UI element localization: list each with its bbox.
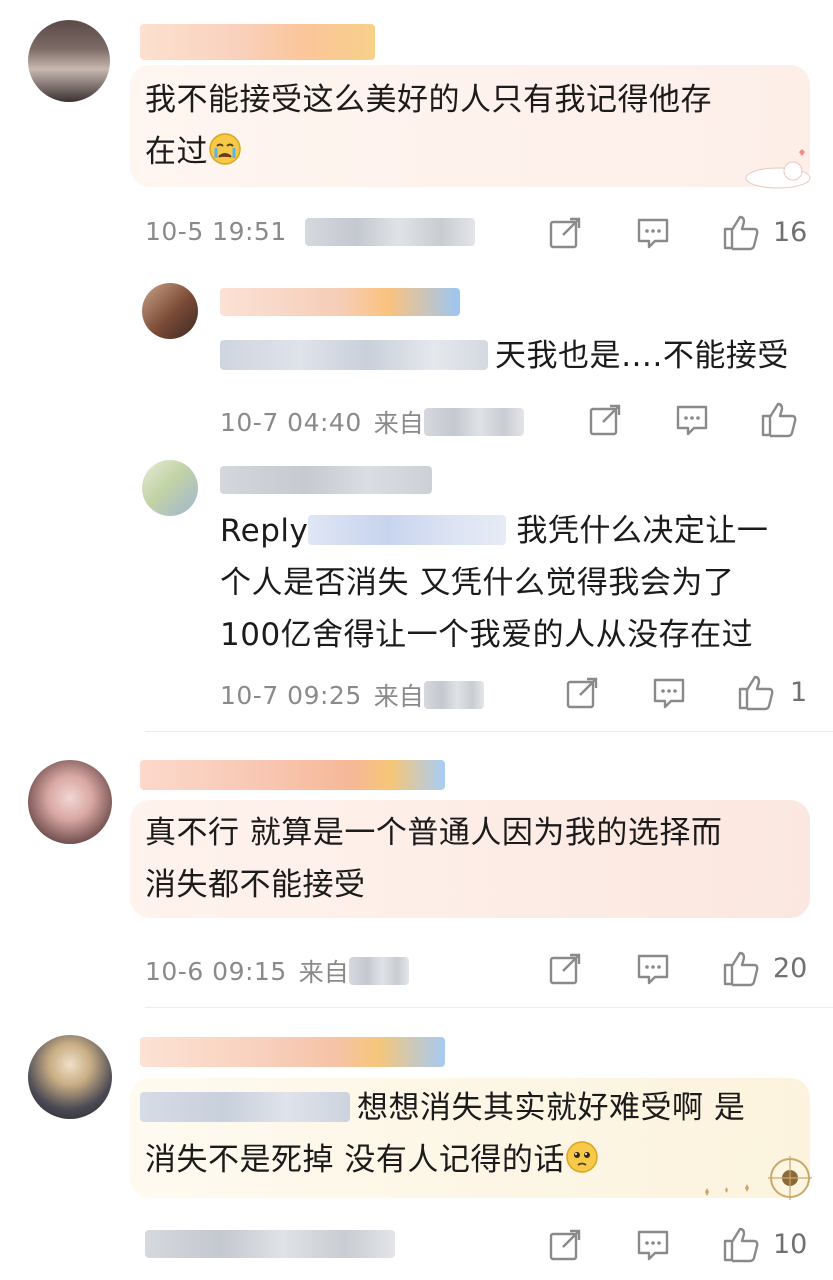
comment-timestamp: 10-5 19:51	[145, 217, 287, 246]
comment-icon[interactable]	[652, 676, 686, 714]
crying-face-icon	[208, 130, 242, 182]
mention-blurred[interactable]	[308, 515, 507, 545]
reply-target-blurred	[220, 340, 488, 370]
avatar[interactable]	[28, 20, 110, 102]
like-count: 10	[773, 1229, 808, 1260]
reply-prefix[interactable]: Reply	[220, 513, 308, 549]
share-icon[interactable]	[588, 403, 622, 441]
pleading-face-icon	[565, 1138, 599, 1190]
source-blurred	[423, 408, 524, 436]
sticker-decoration	[733, 146, 813, 195]
share-icon[interactable]	[548, 952, 582, 990]
share-icon[interactable]	[548, 1228, 582, 1266]
like-count: 16	[773, 217, 808, 248]
source-blurred	[304, 217, 475, 246]
source-blurred	[423, 681, 484, 709]
divider	[145, 731, 833, 732]
reply-timestamp: 10-7 09:25	[220, 680, 362, 710]
comment-icon[interactable]	[675, 403, 709, 441]
avatar[interactable]	[28, 760, 112, 844]
username-blurred[interactable]	[140, 24, 375, 60]
comment-icon[interactable]	[636, 952, 670, 990]
thumbs-up-icon[interactable]	[737, 673, 775, 715]
comment-timestamp: 10-6 09:15	[145, 956, 287, 986]
comment-text: 我不能接受这么美好的人只有我记得他存 在过	[145, 74, 795, 182]
like-count: 20	[773, 953, 808, 984]
like-count: 1	[790, 677, 808, 708]
avatar[interactable]	[28, 1035, 112, 1119]
username-blurred[interactable]	[140, 760, 445, 790]
source-label: 来自	[298, 958, 349, 987]
comment-icon[interactable]	[636, 216, 670, 254]
thumbs-up-icon[interactable]	[722, 213, 760, 255]
source-label: 来自	[373, 682, 424, 711]
share-icon[interactable]	[548, 216, 582, 254]
avatar[interactable]	[142, 283, 198, 339]
username-blurred[interactable]	[220, 466, 432, 494]
comment-icon[interactable]	[636, 1228, 670, 1266]
reply-timestamp: 10-7 04:40	[220, 407, 362, 437]
username-blurred[interactable]	[220, 288, 460, 316]
divider	[145, 1007, 833, 1008]
source-blurred	[348, 957, 409, 985]
comment-text: 真不行 就算是一个普通人因为我的选择而 消失都不能接受	[145, 815, 723, 903]
reply-text: 天我也是….不能接受	[495, 338, 789, 374]
source-label: 来自	[373, 409, 424, 438]
thumbs-up-icon[interactable]	[760, 400, 798, 442]
compass-sticker-decoration	[695, 1150, 815, 1210]
timestamp-blurred	[145, 1230, 395, 1258]
share-icon[interactable]	[565, 676, 599, 714]
username-blurred[interactable]	[140, 1037, 445, 1067]
reply-text: Reply 我凭什么决定让一 个人是否消失 又凭什么觉得我会为了 100亿舍得让一…	[220, 513, 769, 653]
thumbs-up-icon[interactable]	[722, 1225, 760, 1267]
thumbs-up-icon[interactable]	[722, 949, 760, 991]
avatar[interactable]	[142, 460, 198, 516]
